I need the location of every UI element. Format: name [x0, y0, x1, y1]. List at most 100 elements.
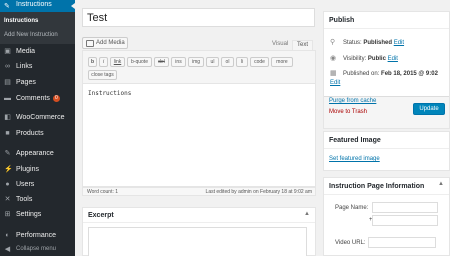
- divider: [83, 222, 315, 223]
- last-edited-text: Last edited by admin on February 18 at 9…: [205, 189, 312, 195]
- instructions-submenu: Instructions Add New Instruction: [0, 12, 75, 44]
- media-icon: ▣: [4, 48, 11, 55]
- featured-image-metabox: Featured Image Set featured image: [323, 131, 450, 171]
- menu-item-instructions[interactable]: ✎ Instructions: [0, 0, 75, 12]
- quicktag-blockquote-button[interactable]: b-quote: [127, 57, 152, 67]
- quicktag-img-button[interactable]: img: [188, 57, 204, 67]
- word-count: Word count: 1: [87, 189, 119, 195]
- menu-item-media[interactable]: ▣ Media: [0, 46, 75, 58]
- divider: [324, 194, 449, 195]
- pin-icon: ✎: [4, 3, 10, 10]
- post-content-textarea[interactable]: Instructions: [82, 84, 316, 187]
- purge-cache-link[interactable]: Purge from cache: [329, 98, 376, 104]
- page-name-input[interactable]: [372, 202, 438, 213]
- settings-icon: ⊞: [4, 211, 11, 218]
- users-icon: ●: [5, 181, 10, 188]
- divider: [324, 148, 449, 149]
- menu-item-label: Links: [16, 63, 33, 70]
- tab-visual[interactable]: Visual: [268, 40, 292, 50]
- quicktag-del-button[interactable]: del: [154, 57, 169, 67]
- post-content-text: Instructions: [88, 90, 132, 97]
- featured-image-title: Featured Image: [329, 137, 381, 144]
- collapse-menu-button[interactable]: ◀ Collapse menu: [0, 244, 75, 256]
- menu-item-plugins[interactable]: ⚡ Plugins: [0, 164, 75, 176]
- pin-icon: ⚲: [330, 39, 336, 46]
- menu-item-label: Performance: [16, 232, 57, 239]
- divider: [324, 28, 449, 29]
- eye-icon: ◉: [330, 55, 337, 62]
- pages-icon: ▤: [4, 79, 11, 86]
- quicktag-ul-button[interactable]: ul: [206, 57, 219, 67]
- quicktag-ol-button[interactable]: ol: [221, 57, 234, 67]
- set-featured-image-link[interactable]: Set featured image: [329, 156, 380, 162]
- edit-date-link[interactable]: Edit: [330, 80, 340, 86]
- menu-item-label: WooCommerce: [16, 114, 65, 121]
- menu-item-label: Users: [16, 181, 35, 188]
- menu-item-label: Settings: [16, 211, 42, 218]
- published-on-label: Published on:: [343, 71, 380, 77]
- excerpt-metabox: Excerpt ▲: [82, 207, 316, 256]
- add-media-button[interactable]: Add Media: [82, 37, 128, 49]
- performance-icon: ◐: [5, 232, 10, 239]
- publish-title: Publish: [329, 17, 355, 24]
- update-button[interactable]: Update: [413, 103, 445, 115]
- status-row: Status: Published Edit: [343, 40, 404, 46]
- tab-text[interactable]: Text: [292, 40, 314, 50]
- quicktag-code-button[interactable]: code: [250, 57, 269, 67]
- post-title-input[interactable]: Test: [82, 8, 315, 27]
- quicktag-link-button[interactable]: link: [110, 57, 125, 67]
- calendar-icon: ▦: [330, 70, 337, 77]
- video-url-label: Video URL:: [335, 240, 366, 246]
- menu-item-label: Appearance: [16, 150, 54, 157]
- instruction-info-metabox: Instruction Page Information ▲ Page Name…: [323, 177, 450, 256]
- menu-item-pages[interactable]: ▤ Pages: [0, 77, 75, 89]
- menu-item-label: Collapse menu: [16, 246, 57, 252]
- appearance-icon: ✎: [4, 150, 11, 157]
- video-url-input[interactable]: [368, 237, 436, 248]
- menu-item-label: Plugins: [16, 166, 39, 173]
- menu-item-links[interactable]: ∞ Links: [0, 61, 75, 73]
- page-name-extra-input[interactable]: [372, 215, 438, 226]
- tools-icon: ✕: [4, 196, 11, 203]
- menu-item-tools[interactable]: ✕ Tools: [0, 194, 75, 206]
- instruction-info-toggle-icon[interactable]: ▲: [438, 181, 444, 187]
- instruction-info-title: Instruction Page Information: [329, 183, 425, 190]
- published-on-row: Published on: Feb 18, 2015 @ 9:02: [343, 71, 438, 77]
- quicktags-toolbar: b i link b-quote del ins img ul ol li co…: [82, 50, 316, 84]
- visibility-row: Visibility: Public Edit: [343, 56, 398, 62]
- comments-icon: ▬: [4, 95, 11, 102]
- menu-item-products[interactable]: ■ Products: [0, 128, 75, 140]
- quicktag-bold-button[interactable]: b: [88, 57, 97, 67]
- excerpt-toggle-icon[interactable]: ▲: [304, 211, 310, 217]
- menu-item-performance[interactable]: ◐ Performance: [0, 230, 75, 242]
- quicktag-italic-button[interactable]: i: [99, 57, 108, 67]
- menu-item-settings[interactable]: ⊞ Settings: [0, 209, 75, 221]
- edit-visibility-link[interactable]: Edit: [388, 56, 398, 62]
- menu-item-woocommerce[interactable]: ◧ WooCommerce: [0, 112, 75, 124]
- woocommerce-icon: ◧: [4, 114, 11, 121]
- quicktag-ins-button[interactable]: ins: [171, 57, 186, 67]
- media-icon: [86, 40, 94, 47]
- quicktag-close-tags-button[interactable]: close tags: [88, 70, 117, 80]
- current-arrow: [71, 3, 75, 9]
- excerpt-title: Excerpt: [88, 212, 114, 219]
- excerpt-textarea[interactable]: [88, 227, 307, 256]
- status-value: Published: [363, 40, 393, 46]
- submenu-item-add-new[interactable]: Add New Instruction: [4, 32, 58, 38]
- submenu-item-instructions[interactable]: Instructions: [4, 18, 38, 24]
- menu-item-comments[interactable]: ▬ Comments 0: [0, 93, 75, 105]
- publish-actions: Purge from cache Move to Trash Update: [324, 96, 449, 128]
- edit-status-link[interactable]: Edit: [394, 40, 404, 46]
- quicktag-more-button[interactable]: more: [271, 57, 293, 67]
- menu-item-appearance[interactable]: ✎ Appearance: [0, 148, 75, 160]
- menu-item-users[interactable]: ● Users: [0, 179, 75, 191]
- quicktag-li-button[interactable]: li: [236, 57, 248, 67]
- editor-status-bar: Word count: 1 Last edited by admin on Fe…: [82, 187, 316, 196]
- move-to-trash-link[interactable]: Move to Trash: [329, 109, 367, 115]
- menu-item-label: Comments 0: [16, 95, 60, 102]
- page-name-label: Page Name:: [335, 205, 369, 211]
- published-on-value: Feb 18, 2015 @ 9:02: [381, 71, 438, 77]
- comments-label: Comments: [16, 95, 50, 102]
- products-icon: ■: [5, 130, 10, 137]
- publish-metabox: Publish ⚲ Status: Published Edit ◉ Visib…: [323, 11, 450, 129]
